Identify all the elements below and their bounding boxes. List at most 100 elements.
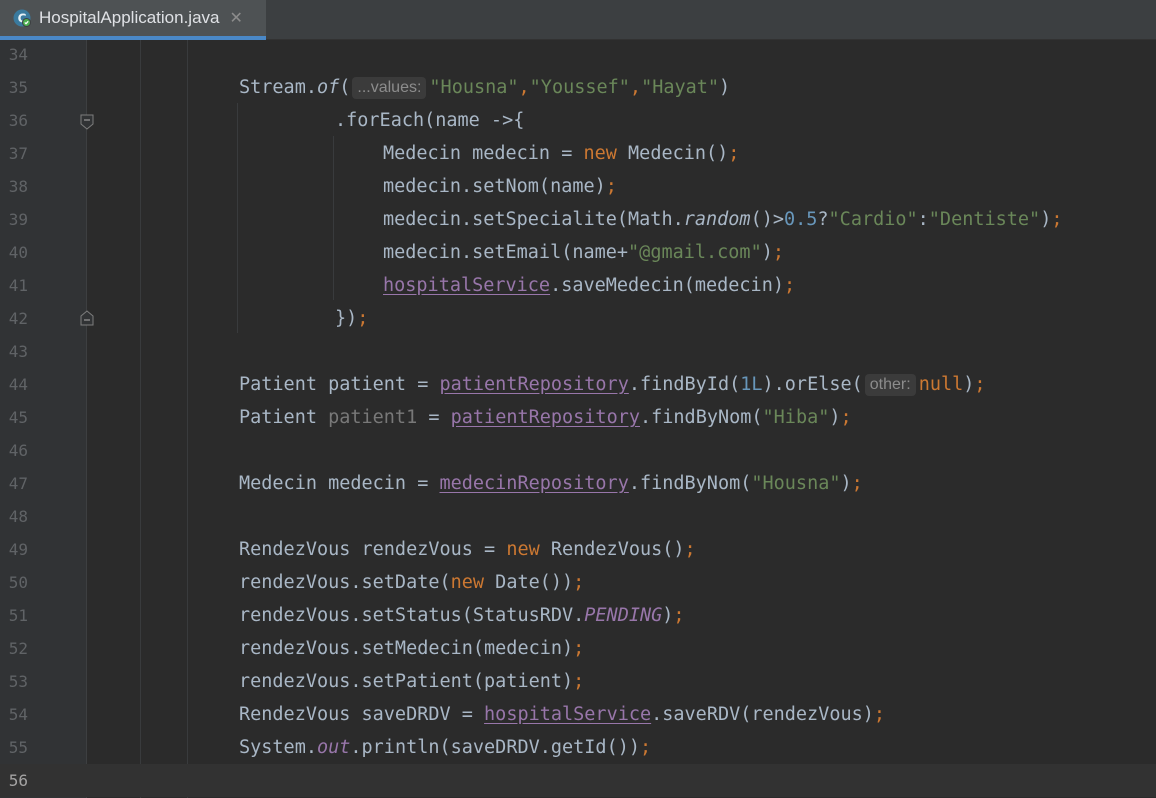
code-token: "Housna" (429, 77, 519, 98)
line-number: 56 (8, 771, 28, 790)
code-token: , (629, 77, 642, 98)
code-token: , (518, 77, 530, 98)
code-line[interactable]: 42}); (0, 302, 1156, 335)
code-line[interactable]: 53 rendezVous.setPatient(patient); (0, 665, 1156, 698)
line-number: 34 (8, 45, 28, 64)
code-token: RendezVous saveDRDV = (239, 704, 485, 725)
editor-tab-bar: C HospitalApplication.java ✕ (0, 0, 1156, 40)
code-line[interactable]: 40 medecin.setEmail(name+"@gmail.com"); (0, 236, 1156, 269)
code-text[interactable]: Stream.of(...values: "Housna","Youssef","… (239, 71, 730, 104)
code-token: new (506, 539, 540, 560)
code-token: medecinRepository (439, 473, 629, 494)
code-token: .saveRDV(rendezVous) (651, 704, 874, 725)
line-number: 36 (8, 111, 28, 130)
code-token: medecin.setSpecialite(Math. (383, 209, 684, 230)
code-token: 0.5 (783, 209, 818, 230)
code-line[interactable]: 52 rendezVous.setMedecin(medecin); (0, 632, 1156, 665)
code-token: ; (728, 143, 740, 164)
code-token: ; (605, 176, 617, 197)
code-text[interactable]: Patient patient1 = patientRepository.fin… (239, 401, 852, 434)
line-number: 44 (8, 375, 28, 394)
code-token: ) (829, 407, 841, 428)
fold-end-icon[interactable] (80, 310, 94, 326)
code-text[interactable]: .forEach(name ->{ (335, 104, 524, 137)
code-token: ; (783, 275, 796, 296)
code-editor[interactable]: 34 35 Stream.of(...values: "Housna","Yousse… (0, 40, 1156, 798)
code-text[interactable]: rendezVous.setStatus(StatusRDV.PENDING); (239, 599, 685, 632)
code-token: Medecin medecin = (383, 143, 584, 164)
code-line[interactable]: 55 System.out.println(saveDRDV.getId()); (0, 731, 1156, 764)
code-token: }) (335, 308, 358, 329)
code-line[interactable]: 45 Patient patient1 = patientRepository.f… (0, 401, 1156, 434)
line-number: 53 (8, 672, 28, 691)
code-line[interactable]: 54 RendezVous saveDRDV = hospitalService.… (0, 698, 1156, 731)
code-line[interactable]: 51 rendezVous.setStatus(StatusRDV.PENDING… (0, 599, 1156, 632)
code-line[interactable]: 44 Patient patient = patientRepository.fi… (0, 368, 1156, 401)
code-text[interactable]: medecin.setNom(name); (383, 170, 617, 203)
parameter-hint: other: (864, 374, 916, 396)
code-text[interactable]: rendezVous.setPatient(patient); (239, 665, 584, 698)
close-icon[interactable]: ✕ (230, 10, 243, 26)
code-text[interactable]: Medecin medecin = medecinRepository.find… (239, 467, 863, 500)
code-text[interactable]: }); (335, 302, 368, 335)
code-token: "Hiba" (762, 407, 830, 428)
code-token: "Housna" (751, 473, 841, 494)
line-number: 39 (8, 210, 28, 229)
code-line[interactable]: 39 medecin.setSpecialite(Math.random()>0.… (0, 203, 1156, 236)
code-text[interactable]: medecin.setEmail(name+"@gmail.com"); (383, 236, 784, 269)
code-token: ) (761, 242, 773, 263)
code-token: new (450, 572, 485, 593)
code-token: Stream. (239, 77, 317, 98)
code-token: random (683, 209, 751, 230)
code-line[interactable]: 43 (0, 335, 1156, 368)
code-token: Medecin() (616, 143, 729, 164)
fold-collapse-icon[interactable] (80, 114, 94, 130)
file-tab-label: HospitalApplication.java (39, 8, 220, 27)
code-token: ; (639, 737, 652, 758)
code-line[interactable]: 34 (0, 38, 1156, 71)
code-line[interactable]: 46 (0, 434, 1156, 467)
code-token: RendezVous() (539, 539, 685, 560)
code-text[interactable]: rendezVous.setMedecin(medecin); (239, 632, 584, 665)
code-line[interactable]: 50 rendezVous.setDate(new Date()); (0, 566, 1156, 599)
code-token: "Hayat" (641, 77, 720, 98)
code-token: new (583, 143, 617, 164)
code-token: ; (1051, 209, 1063, 230)
code-text[interactable]: Medecin medecin = new Medecin(); (383, 137, 739, 170)
code-token: ()> (750, 209, 784, 230)
code-text[interactable]: Patient patient = patientRepository.find… (239, 368, 986, 401)
code-text[interactable]: System.out.println(saveDRDV.getId()); (239, 731, 651, 764)
code-line[interactable]: 36 .forEach(name ->{ (0, 104, 1156, 137)
code-token: rendezVous.setStatus(StatusRDV. (239, 605, 585, 626)
code-line[interactable]: 48 (0, 500, 1156, 533)
file-tab[interactable]: C HospitalApplication.java ✕ (0, 0, 266, 40)
code-text[interactable]: rendezVous.setDate(new Date()); (239, 566, 584, 599)
code-line[interactable]: 37 Medecin medecin = new Medecin(); (0, 137, 1156, 170)
code-text[interactable]: RendezVous rendezVous = new RendezVous()… (239, 533, 696, 566)
code-token: PENDING (584, 605, 663, 626)
code-token: ; (684, 539, 696, 560)
code-token: .findByNom( (628, 473, 752, 494)
code-token: "Dentiste" (928, 209, 1041, 230)
code-text[interactable]: medecin.setSpecialite(Math.random()>0.5?… (383, 203, 1062, 236)
line-number: 52 (8, 639, 28, 658)
code-text[interactable]: hospitalService.saveMedecin(medecin); (383, 269, 795, 302)
code-token: out (316, 737, 351, 758)
code-token: ) (840, 473, 852, 494)
code-line[interactable]: 49 RendezVous rendezVous = new RendezVous… (0, 533, 1156, 566)
code-line[interactable]: 41 hospitalService.saveMedecin(medecin); (0, 269, 1156, 302)
code-line[interactable]: 47 Medecin medecin = medecinRepository.fi… (0, 467, 1156, 500)
code-token: ; (573, 572, 585, 593)
code-text[interactable]: RendezVous saveDRDV = hospitalService.sa… (239, 698, 885, 731)
code-token: .findById( (628, 374, 741, 395)
line-number: 51 (8, 606, 28, 625)
code-line[interactable]: 35 Stream.of(...values: "Housna","Youssef"… (0, 71, 1156, 104)
code-token: "Youssef" (529, 77, 630, 98)
code-token: Date()) (484, 572, 574, 593)
code-token: .saveMedecin(medecin) (550, 275, 784, 296)
code-line[interactable]: 38 medecin.setNom(name); (0, 170, 1156, 203)
code-line[interactable]: 56 (0, 764, 1156, 797)
java-class-icon: C (13, 9, 31, 27)
code-token: rendezVous.setMedecin(medecin) (239, 638, 574, 659)
code-token: ).orElse( (762, 374, 863, 395)
